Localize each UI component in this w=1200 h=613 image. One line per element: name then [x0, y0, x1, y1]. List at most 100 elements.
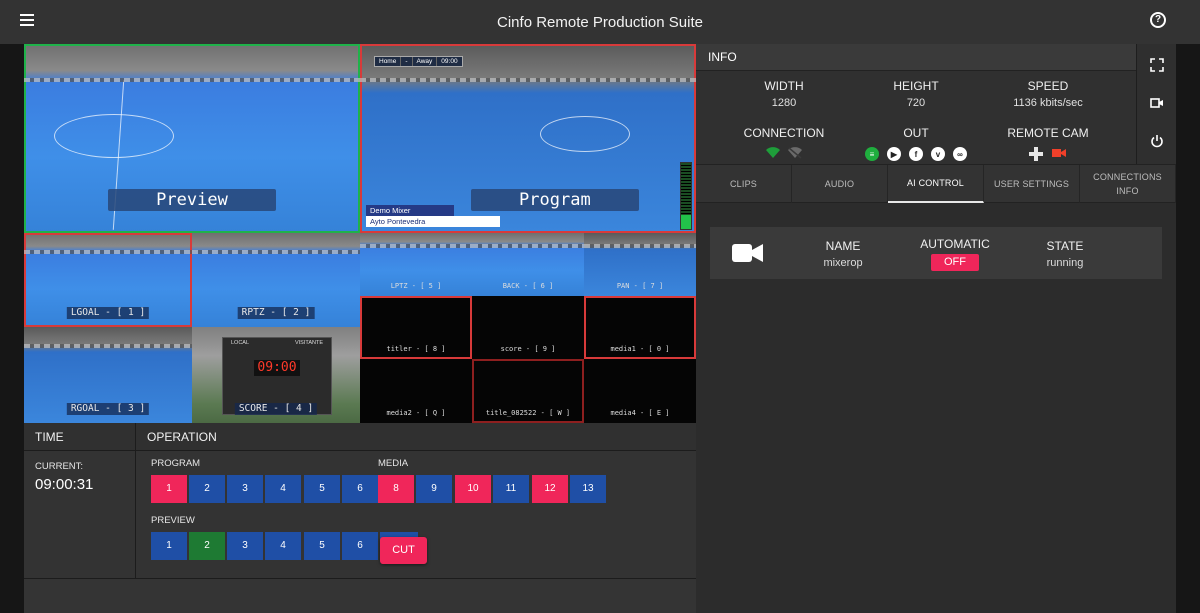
- source-label: PAN - [ 7 ]: [616, 282, 664, 290]
- remote-videocam-icon[interactable]: [1051, 147, 1067, 159]
- speed-value: 1136 kbits/sec: [1013, 97, 1083, 109]
- media-button-11[interactable]: 11: [493, 475, 529, 503]
- program-scoreboard: Home - Away 09:00: [374, 56, 463, 67]
- stream-icon[interactable]: ≡: [865, 147, 879, 161]
- program-row-label: PROGRAM: [151, 458, 201, 469]
- arena-clock: 09:00: [254, 360, 300, 376]
- source-label: SCORE - [ 4 ]: [234, 403, 318, 415]
- height-value: 720: [906, 97, 926, 109]
- power-icon[interactable]: [1150, 134, 1164, 148]
- ai-control-card: NAME mixerop AUTOMATIC OFF STATE running: [710, 227, 1162, 279]
- app-title: Cinfo Remote Production Suite: [497, 13, 703, 31]
- game-clock: 09:00: [436, 57, 461, 66]
- speed-stat: SPEED 1136 kbits/sec: [983, 79, 1113, 109]
- media-button-8[interactable]: 8: [378, 475, 414, 503]
- source-label: LGOAL - [ 1 ]: [66, 307, 150, 319]
- program-button-1[interactable]: 1: [151, 475, 187, 503]
- media-button-9[interactable]: 9: [416, 475, 452, 503]
- source-label: media2 - [ Q ]: [386, 409, 446, 417]
- source-tile-2[interactable]: RPTZ - [ 2 ]: [192, 233, 360, 327]
- media-button-10[interactable]: 10: [455, 475, 491, 503]
- top-bar: Cinfo Remote Production Suite ?: [0, 0, 1200, 44]
- preview-button-3[interactable]: 3: [227, 532, 263, 560]
- side-toolbar: [1136, 44, 1176, 164]
- source-tile-6[interactable]: BACK - [ 6 ]: [472, 233, 584, 296]
- tab-audio[interactable]: AUDIO: [792, 165, 888, 203]
- time-section: TIME CURRENT: 09:00:31: [24, 423, 136, 578]
- program-button-6[interactable]: 6: [342, 475, 378, 503]
- ai-name-label: NAME: [825, 239, 861, 253]
- score-separator: -: [400, 57, 411, 66]
- width-stat: WIDTH 1280: [719, 79, 849, 109]
- lower-third: Demo Mixer Ayto Pontevedra: [366, 205, 500, 227]
- control-panel: TIME CURRENT: 09:00:31 OPERATION PROGRAM…: [24, 423, 696, 613]
- source-label: score - [ 9 ]: [500, 345, 556, 353]
- source-tile-10[interactable]: media1 - [ 0 ]: [584, 296, 696, 359]
- program-button-3[interactable]: 3: [227, 475, 263, 503]
- preview-label: Preview: [108, 189, 276, 211]
- width-value: 1280: [771, 97, 797, 109]
- preview-button-1[interactable]: 1: [151, 532, 187, 560]
- current-time-label: CURRENT:: [35, 461, 84, 472]
- source-tile-4[interactable]: LOCAL VISITANTE 09:00 SCORE - [ 4 ]: [192, 327, 360, 423]
- source-tile-12[interactable]: title_082522 - [ W ]: [472, 359, 584, 423]
- connection-stat: CONNECTION: [719, 126, 849, 159]
- tab-user-settings[interactable]: USER SETTINGS: [984, 165, 1080, 203]
- source-tile-11[interactable]: media2 - [ Q ]: [360, 359, 472, 423]
- preview-button-2[interactable]: 2: [189, 532, 225, 560]
- wifi-off-icon: [788, 147, 802, 159]
- facebook-icon[interactable]: f: [909, 147, 923, 161]
- source-label: media4 - [ E ]: [610, 409, 670, 417]
- vimeo-icon[interactable]: v: [931, 147, 945, 161]
- media-button-13[interactable]: 13: [570, 475, 606, 503]
- media-row-label: MEDIA: [378, 458, 409, 469]
- source-tile-3[interactable]: RGOAL - [ 3 ]: [24, 327, 192, 423]
- operation-header: OPERATION: [136, 423, 696, 451]
- source-tile-13[interactable]: media4 - [ E ]: [584, 359, 696, 423]
- connection-label: CONNECTION: [743, 126, 825, 140]
- program-button-5[interactable]: 5: [304, 475, 340, 503]
- source-label: titler - [ 8 ]: [386, 345, 446, 353]
- ai-state-value: running: [1046, 257, 1084, 269]
- gamepad-icon[interactable]: [1029, 147, 1043, 161]
- source-label: RGOAL - [ 3 ]: [66, 403, 150, 415]
- cut-button[interactable]: CUT: [380, 537, 427, 564]
- home-label: Home: [379, 58, 397, 65]
- preview-button-6[interactable]: 6: [342, 532, 378, 560]
- preview-button-4[interactable]: 4: [265, 532, 301, 560]
- source-tile-8[interactable]: titler - [ 8 ]: [360, 296, 472, 359]
- source-label: BACK - [ 6 ]: [502, 282, 554, 290]
- app-root: Cinfo Remote Production Suite ? Preview …: [0, 0, 1200, 613]
- info-header: INFO: [696, 44, 1136, 71]
- source-tile-9[interactable]: score - [ 9 ]: [472, 296, 584, 359]
- help-icon[interactable]: ?: [1150, 12, 1166, 28]
- tab-clips[interactable]: CLIPS: [696, 165, 792, 203]
- ai-name-value: mixerop: [823, 257, 863, 269]
- media-button-12[interactable]: 12: [532, 475, 568, 503]
- source-tile-5[interactable]: LPTZ - [ 5 ]: [360, 233, 472, 296]
- remote-cam-label: REMOTE CAM: [1007, 126, 1089, 140]
- youtube-icon[interactable]: ▶: [887, 147, 901, 161]
- width-label: WIDTH: [764, 79, 804, 93]
- source-tile-1[interactable]: LGOAL - [ 1 ]: [24, 233, 192, 327]
- tab-ai-control[interactable]: AI CONTROL: [888, 165, 984, 203]
- fullscreen-icon[interactable]: [1150, 58, 1164, 72]
- tab-connections-info[interactable]: CONNECTIONS INFO: [1080, 165, 1176, 203]
- preview-window[interactable]: Preview: [24, 44, 360, 233]
- automatic-toggle-button[interactable]: OFF: [931, 254, 979, 271]
- ai-automatic-label: AUTOMATIC: [920, 237, 990, 251]
- source-label: title_082522 - [ W ]: [485, 409, 571, 417]
- program-window[interactable]: Home - Away 09:00 Program Demo Mixer Ayt…: [360, 44, 696, 233]
- program-button-4[interactable]: 4: [265, 475, 301, 503]
- tab-bar: CLIPS AUDIO AI CONTROL USER SETTINGS CON…: [696, 164, 1176, 203]
- link-icon[interactable]: ∞: [953, 147, 967, 161]
- out-stat: OUT ≡ ▶ f v ∞: [851, 126, 981, 161]
- bottom-strip: [24, 578, 696, 613]
- videocam-icon[interactable]: [1150, 96, 1164, 110]
- lower-third-line-2: Ayto Pontevedra: [366, 216, 500, 227]
- source-tile-7[interactable]: PAN - [ 7 ]: [584, 233, 696, 296]
- program-button-2[interactable]: 2: [189, 475, 225, 503]
- info-block: WIDTH 1280 HEIGHT 720 SPEED 1136 kbits/s…: [696, 71, 1136, 164]
- menu-icon[interactable]: [20, 14, 34, 26]
- preview-button-5[interactable]: 5: [304, 532, 340, 560]
